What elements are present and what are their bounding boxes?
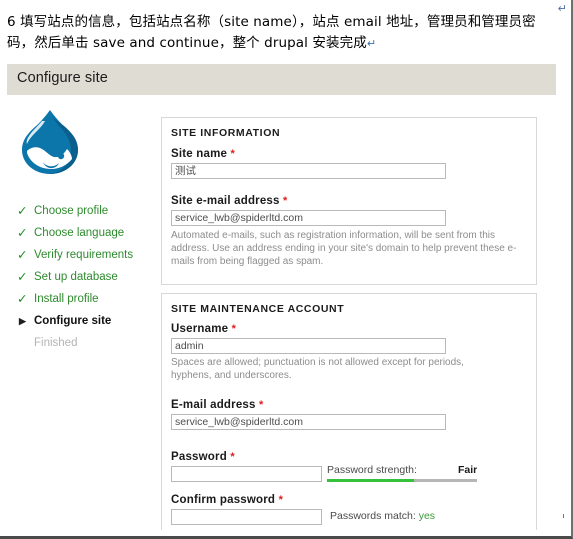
site-maintenance-account-panel: SITE MAINTENANCE ACCOUNT Username * admi… [161,293,537,530]
password-input[interactable] [171,466,322,482]
check-icon: ✓ [17,226,28,240]
required-marker: * [230,148,236,160]
page-header-bar: Configure site [7,64,556,95]
passwords-match-value: yes [418,510,436,522]
site-information-legend: SITE INFORMATION [171,127,281,139]
password-label: Password * [171,451,235,463]
sidebar-step-choose-profile: ✓ Choose profile [17,200,157,222]
step-label: Configure site [34,315,112,327]
step-label: Choose profile [34,205,109,217]
password-strength-label: Password strength: [327,464,417,476]
username-label: Username * [171,323,237,335]
step-label: Set up database [34,271,118,283]
required-marker: * [278,494,284,506]
arrow-right-icon: ▶ [19,316,26,326]
check-icon: ✓ [17,248,28,262]
pilcrow-icon: ↵ [366,37,377,50]
step-label: Finished [34,337,78,349]
required-marker: * [230,451,235,463]
site-information-panel: SITE INFORMATION Site name * 测试 Site e-m… [161,117,537,285]
check-icon: ✓ [17,292,28,306]
passwords-match-status: Passwords match: yes [330,510,435,522]
annotation-text: 6 填写站点的信息，包括站点名称（site name），站点 email 地址，… [7,14,536,51]
step-label: Choose language [34,227,125,239]
sidebar-step-install-profile: ✓ Install profile [17,288,157,310]
passwords-match-label: Passwords match: [330,510,416,522]
confirm-password-input[interactable] [171,509,322,525]
site-name-input[interactable]: 测试 [171,163,446,179]
sidebar-step-verify-requirements: ✓ Verify requirements [17,244,157,266]
sidebar-step-choose-language: ✓ Choose language [17,222,157,244]
confirm-password-label: Confirm password * [171,494,284,506]
page-title: Configure site [17,70,108,86]
site-maintenance-legend: SITE MAINTENANCE ACCOUNT [171,303,345,315]
username-input[interactable]: admin [171,338,446,354]
password-strength-value: Fair [458,464,478,476]
required-marker: * [231,323,237,335]
site-name-label: Site name * [171,148,236,160]
sidebar-step-configure-site: ▶ Configure site [17,310,157,332]
step-label: Verify requirements [34,249,134,261]
site-email-input[interactable]: service_lwb@spiderltd.com [171,210,446,226]
sidebar-step-finished: Finished [17,332,157,354]
drupal-installer-screenshot: Configure site ✓ Choose profile ✓ Choose… [7,64,563,530]
account-email-input[interactable]: service_lwb@spiderltd.com [171,414,446,430]
account-email-label: E-mail address * [171,399,264,411]
required-marker: * [283,195,288,207]
password-strength-bar [327,479,477,482]
document-page: 6 填写站点的信息，包括站点名称（site name），站点 email 地址，… [0,0,573,539]
site-email-help-text: Automated e-mails, such as registration … [171,230,517,267]
site-email-label: Site e-mail address * [171,195,288,207]
drupal-logo [17,107,83,177]
check-icon: ✓ [17,204,28,218]
installer-steps-list: ✓ Choose profile ✓ Choose language ✓ Ver… [17,200,157,354]
annotation-paragraph: 6 填写站点的信息，包括站点名称（site name），站点 email 地址，… [7,12,547,54]
required-marker: * [259,399,264,411]
step-label: Install profile [34,293,99,305]
username-help-text: Spaces are allowed; punctuation is not a… [171,357,464,381]
sidebar-step-set-up-database: ✓ Set up database [17,266,157,288]
check-icon: ✓ [17,270,28,284]
password-strength-bar-fill [327,479,414,482]
return-mark-top: ↵ [557,3,567,15]
